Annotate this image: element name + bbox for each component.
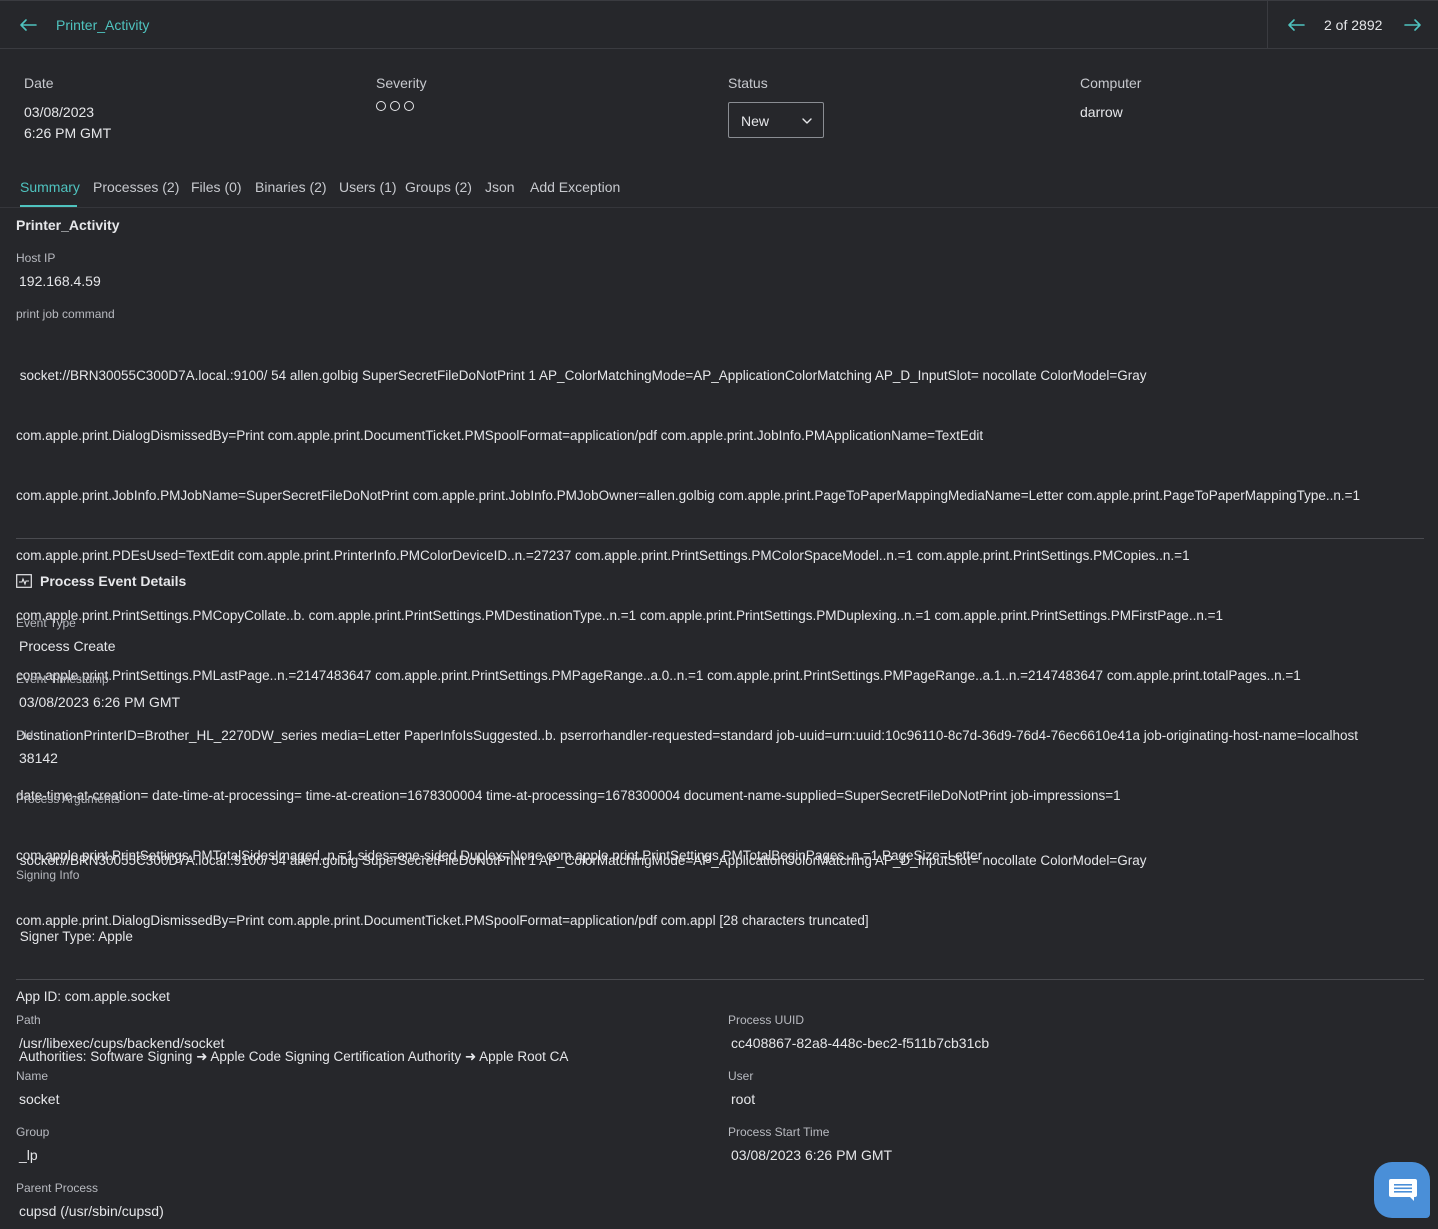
print-job-label: print job command xyxy=(16,307,115,321)
group-value: _lp xyxy=(19,1147,38,1163)
print-job-line: com.apple.print.PDEsUsed=TextEdit com.ap… xyxy=(16,548,1190,563)
user-value: root xyxy=(731,1091,756,1107)
section-divider xyxy=(16,538,1424,539)
previous-arrow-icon[interactable] xyxy=(1286,15,1306,35)
chat-icon xyxy=(1389,1179,1417,1201)
breadcrumb-title[interactable]: Printer_Activity xyxy=(56,17,149,33)
summary-title: Printer_Activity xyxy=(16,217,120,233)
parent-process-value: cupsd (/usr/sbin/cupsd) xyxy=(19,1203,164,1219)
top-bar: Printer_Activity 2 of 2892 xyxy=(0,0,1438,49)
status-dropdown[interactable]: New xyxy=(728,102,824,138)
severity-label: Severity xyxy=(376,75,427,91)
date-value: 03/08/2023 xyxy=(24,104,95,120)
print-job-line: socket://BRN30055C300D7A.local.:9100/ 54… xyxy=(16,368,1147,383)
print-job-line: date-time-at-creation= date-time-at-proc… xyxy=(16,788,1121,803)
name-value: socket xyxy=(19,1091,60,1107)
chat-button[interactable] xyxy=(1374,1162,1430,1218)
process-start-label: Process Start Time xyxy=(728,1125,830,1139)
tab-processes[interactable]: Processes (2) xyxy=(93,179,179,195)
signer-type: Signer Type: Apple xyxy=(16,929,133,944)
authorities: Authorities: Software Signing ➜ Apple Co… xyxy=(16,1049,569,1064)
process-uuid-label: Process UUID xyxy=(728,1013,805,1027)
signing-info-label: Signing Info xyxy=(16,868,80,882)
event-timestamp-value: 03/08/2023 6:26 PM GMT xyxy=(19,694,181,710)
severity-dot-icon xyxy=(376,101,386,111)
severity-indicator xyxy=(376,101,414,111)
path-value: /usr/libexec/cups/backend/socket xyxy=(19,1035,225,1051)
event-type-value: Process Create xyxy=(19,638,116,654)
tab-summary[interactable]: Summary xyxy=(20,179,80,195)
tab-files[interactable]: Files (0) xyxy=(191,179,242,195)
host-ip-label: Host IP xyxy=(16,251,56,265)
process-args-label: Process Arguments xyxy=(16,792,121,806)
chevron-down-icon xyxy=(802,118,812,124)
computer-label: Computer xyxy=(1080,75,1142,91)
status-value: New xyxy=(741,113,770,129)
process-event-title: Process Event Details xyxy=(40,573,187,589)
print-job-command: socket://BRN30055C300D7A.local.:9100/ 54… xyxy=(16,326,1428,886)
event-type-label: Event Type xyxy=(16,616,76,630)
tab-bar: Summary Processes (2) Files (0) Binaries… xyxy=(0,170,1438,208)
user-label: User xyxy=(728,1069,754,1083)
status-label: Status xyxy=(728,75,768,91)
tab-users[interactable]: Users (1) xyxy=(339,179,397,195)
tab-groups[interactable]: Groups (2) xyxy=(405,179,472,195)
active-tab-indicator xyxy=(20,205,77,207)
pager: 2 of 2892 xyxy=(1267,1,1438,49)
print-job-line: DestinationPrinterID=Brother_HL_2270DW_s… xyxy=(16,728,1358,743)
date-label: Date xyxy=(24,75,54,91)
event-timestamp-label: Event Timestamp xyxy=(16,672,109,686)
section-divider xyxy=(16,979,1424,980)
time-value: 6:26 PM GMT xyxy=(24,125,112,141)
print-job-line: com.apple.print.JobInfo.PMJobName=SuperS… xyxy=(16,488,1361,503)
computer-link[interactable]: darrow xyxy=(1080,104,1123,120)
parent-process-label: Parent Process xyxy=(16,1181,99,1195)
severity-dot-icon xyxy=(390,101,400,111)
name-label: Name xyxy=(16,1069,49,1083)
back-arrow-icon[interactable] xyxy=(18,15,38,35)
group-label: Group xyxy=(16,1125,50,1139)
signing-info: Signer Type: Apple App ID: com.apple.soc… xyxy=(16,887,1428,1087)
print-job-line: com.apple.print.PrintSettings.PMCopyColl… xyxy=(16,608,1223,623)
path-label: Path xyxy=(16,1013,41,1027)
tab-json[interactable]: Json xyxy=(485,179,515,195)
pid-label: Pid xyxy=(16,728,34,742)
process-start-value: 03/08/2023 6:26 PM GMT xyxy=(731,1147,893,1163)
host-ip-value: 192.168.4.59 xyxy=(19,273,101,289)
print-job-line: com.apple.print.DialogDismissedBy=Print … xyxy=(16,428,984,443)
next-arrow-icon[interactable] xyxy=(1403,15,1423,35)
process-args-line: socket://BRN30055C300D7A.local.:9100/ 54… xyxy=(16,853,1147,868)
pager-count: 2 of 2892 xyxy=(1324,17,1383,33)
pid-value: 38142 xyxy=(19,750,58,766)
app-id: App ID: com.apple.socket xyxy=(16,989,170,1004)
process-uuid-value: cc408867-82a8-448c-bec2-f511b7cb31cb xyxy=(731,1035,990,1051)
tab-add-exception[interactable]: Add Exception xyxy=(530,179,620,195)
process-event-icon xyxy=(16,574,32,588)
severity-dot-icon xyxy=(404,101,414,111)
print-job-line: com.apple.print.PrintSettings.PMLastPage… xyxy=(16,668,1301,683)
tab-binaries[interactable]: Binaries (2) xyxy=(255,179,327,195)
